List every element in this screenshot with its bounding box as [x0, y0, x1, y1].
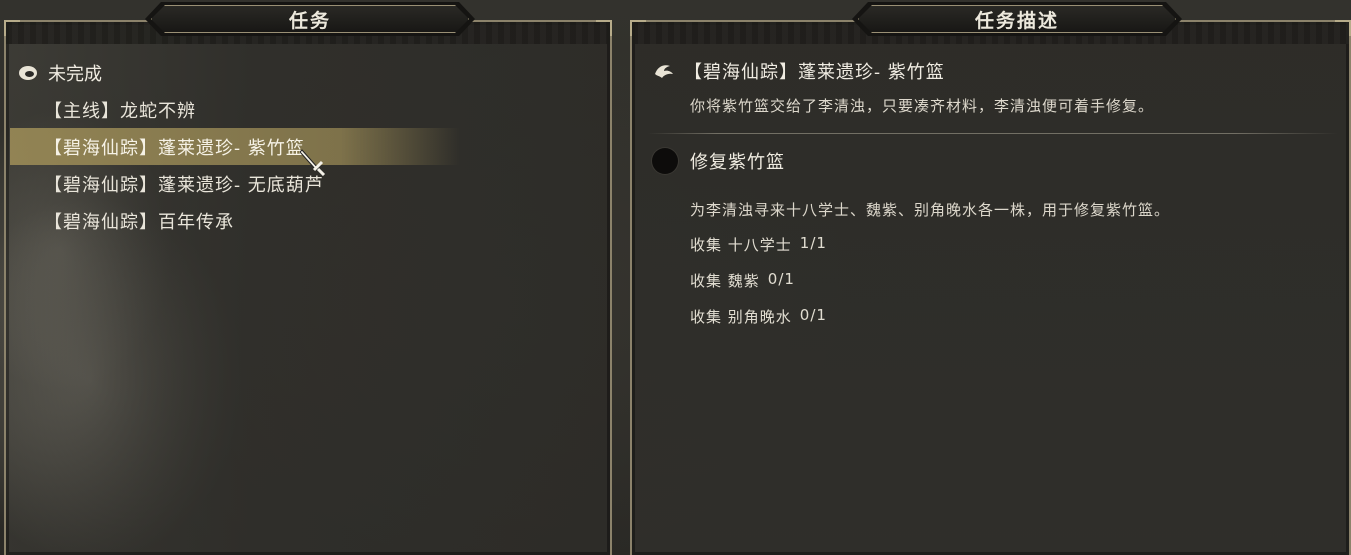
task-title: 修复紫竹篮: [652, 148, 785, 174]
tab-quest-description: 任务描述: [852, 2, 1182, 36]
dot-icon: [652, 148, 678, 174]
quest-title-text: 【碧海仙踪】蓬莱遗珍- 紫竹篮: [684, 62, 945, 83]
crane-icon: [655, 65, 673, 78]
quest-description: 你将紫竹篮交给了李清浊，只要凑齐材料，李清浊便可着手修复。: [690, 97, 1155, 115]
frame-corner: [596, 20, 612, 36]
objective-progress: 0/1: [799, 306, 827, 324]
objective-name: 收集 十八学士: [690, 236, 792, 254]
frame-corner: [1335, 20, 1351, 36]
objective-progress: 0/1: [767, 270, 795, 288]
task-description: 为李清浊寻来十八学士、魏紫、别角晚水各一株，用于修复紫竹篮。: [690, 201, 1171, 219]
quest-item-label: 【碧海仙踪】蓬莱遗珍- 无底葫芦: [44, 174, 324, 196]
objective-item: 收集 魏紫 0/1: [690, 270, 795, 291]
objective-item: 收集 别角晚水 0/1: [690, 306, 827, 327]
quest-item-main[interactable]: 【主线】龙蛇不辨: [10, 91, 610, 128]
objective-name: 收集 魏紫: [690, 272, 760, 290]
objective-name: 收集 别角晚水: [690, 308, 792, 326]
quest-title: 【碧海仙踪】蓬莱遗珍- 紫竹篮: [652, 58, 945, 84]
quest-item-label: 【主线】龙蛇不辨: [44, 100, 196, 122]
tab-quest-description-label: 任务描述: [974, 9, 1059, 32]
task-title-text: 修复紫竹篮: [690, 152, 785, 173]
quest-item-label: 【碧海仙踪】百年传承: [44, 211, 234, 233]
quest-item[interactable]: 【碧海仙踪】百年传承: [10, 202, 610, 239]
section-incomplete-label: 未完成: [48, 64, 102, 85]
frame-corner: [4, 20, 20, 36]
objective-item: 收集 十八学士 1/1: [690, 234, 827, 255]
tab-quests: 任务: [145, 2, 475, 36]
cloud-icon: [18, 63, 40, 83]
tab-quests-label: 任务: [288, 9, 331, 32]
sword-cursor-icon: [300, 149, 326, 176]
frame-corner: [630, 20, 646, 36]
objective-progress: 1/1: [799, 234, 827, 252]
quest-item-label: 【碧海仙踪】蓬莱遗珍- 紫竹篮: [44, 137, 305, 159]
section-incomplete[interactable]: 未完成: [18, 60, 102, 86]
divider: [648, 133, 1338, 134]
